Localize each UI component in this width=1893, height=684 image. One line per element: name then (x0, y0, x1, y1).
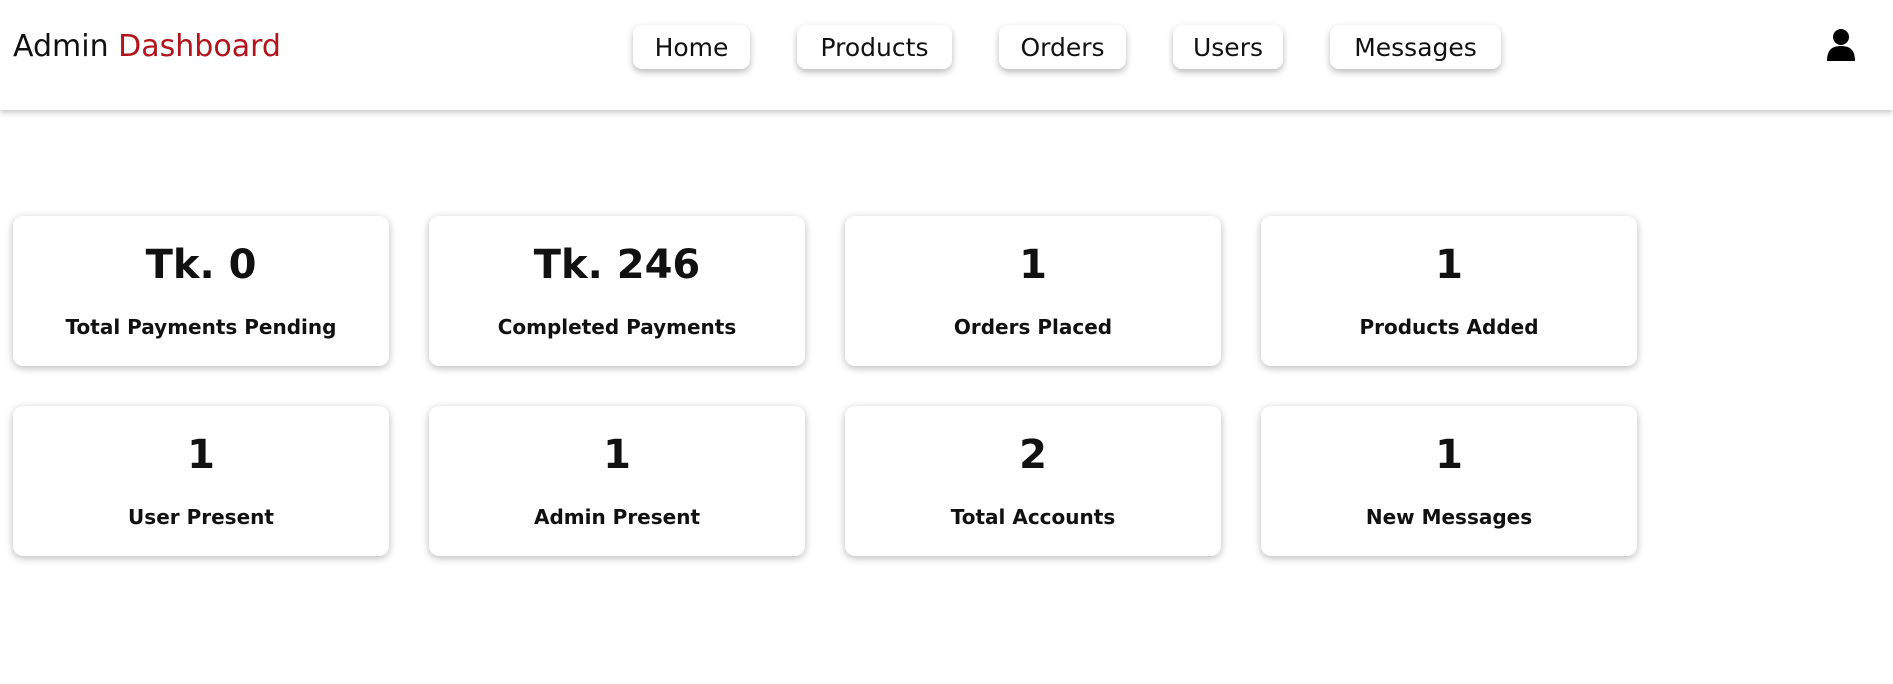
stat-value: 1 (1435, 432, 1463, 478)
logo[interactable]: Admin Dashboard (13, 28, 281, 66)
stat-card-user-present: 1 User Present (13, 406, 389, 556)
stat-card-payments-pending: Tk. 0 Total Payments Pending (13, 216, 389, 366)
stat-card-completed-payments: Tk. 246 Completed Payments (429, 216, 805, 366)
stat-label: Products Added (1359, 315, 1539, 339)
user-icon-graphic (1827, 29, 1855, 61)
logo-accent-text: Dashboard (118, 29, 281, 64)
user-icon[interactable] (1826, 28, 1856, 62)
stat-label: User Present (128, 505, 274, 529)
stat-card-products-added: 1 Products Added (1261, 216, 1637, 366)
logo-primary-text: Admin (13, 29, 109, 64)
stat-card-total-accounts: 2 Total Accounts (845, 406, 1221, 556)
stat-value: Tk. 246 (533, 242, 701, 288)
nav-home-button[interactable]: Home (633, 25, 750, 69)
stat-label: Admin Present (533, 505, 701, 529)
stat-label: Total Payments Pending (65, 315, 337, 339)
stat-label: Orders Placed (953, 315, 1113, 339)
stat-value: 1 (187, 432, 215, 478)
stat-card-new-messages: 1 New Messages (1261, 406, 1637, 556)
stat-value: 1 (1435, 242, 1463, 288)
stat-value: 2 (1019, 432, 1047, 478)
stat-label: Completed Payments (497, 315, 737, 339)
nav-messages-button[interactable]: Messages (1330, 25, 1501, 69)
stat-card-admin-present: 1 Admin Present (429, 406, 805, 556)
stat-value: 1 (1019, 242, 1047, 288)
stat-value: Tk. 0 (145, 242, 257, 288)
nav-products-button[interactable]: Products (797, 25, 952, 69)
stat-card-orders-placed: 1 Orders Placed (845, 216, 1221, 366)
stat-label: New Messages (1365, 505, 1533, 529)
nav-orders-button[interactable]: Orders (999, 25, 1126, 69)
top-header: Admin Dashboard Home Products Orders Use… (0, 0, 1893, 110)
nav-users-button[interactable]: Users (1173, 25, 1283, 69)
stat-label: Total Accounts (950, 505, 1116, 529)
stat-value: 1 (603, 432, 631, 478)
